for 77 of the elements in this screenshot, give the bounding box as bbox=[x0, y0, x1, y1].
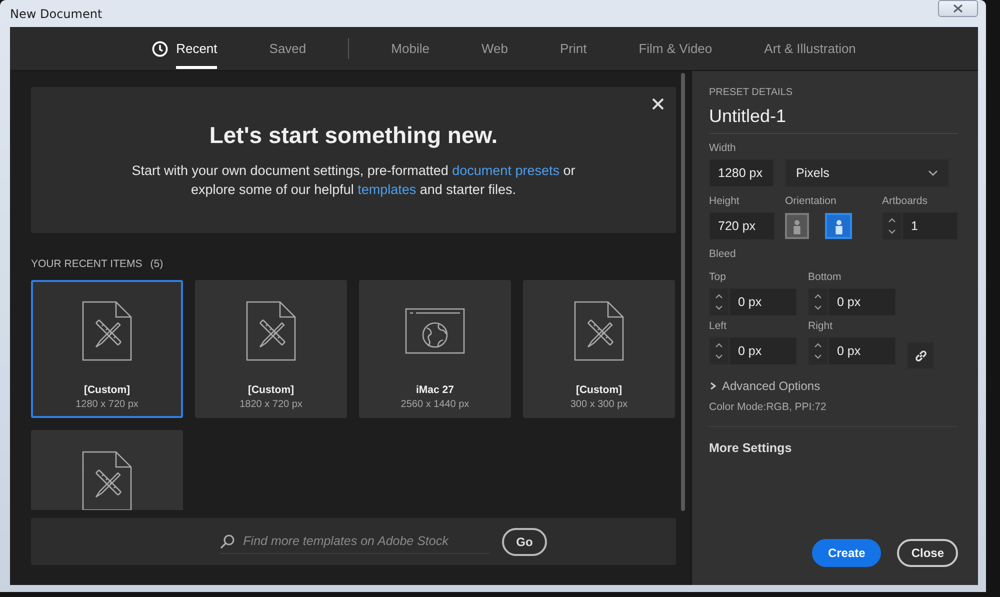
color-mode-info: Color Mode:RGB, PPI:72 bbox=[709, 401, 958, 427]
tab[interactable]: Recent bbox=[126, 27, 244, 70]
field-label: Orientation bbox=[785, 195, 838, 207]
stepper-button[interactable] bbox=[709, 337, 729, 365]
bleed-field[interactable]: 0 px bbox=[828, 288, 896, 316]
artboards-field[interactable]: 1 bbox=[902, 212, 958, 240]
stepper-arrows-icon bbox=[888, 216, 896, 236]
search-field[interactable]: Find more templates on Adobe Stock bbox=[241, 533, 486, 549]
tab[interactable]: Mobile bbox=[365, 27, 456, 70]
field-label: Bleed bbox=[709, 248, 737, 260]
stepper-arrows-icon bbox=[814, 292, 822, 312]
width-field[interactable]: 1280 px bbox=[709, 159, 774, 187]
stepper-button[interactable] bbox=[882, 212, 902, 240]
search-icon bbox=[220, 534, 236, 548]
welcome-text: Start with your own document settings, pre-formatted document presets or explore some of our helpful templates and starter files. bbox=[132, 162, 576, 198]
item-size: 300 x 300 px bbox=[570, 399, 628, 410]
tab[interactable]: Film & Video bbox=[612, 27, 738, 70]
stepper-button[interactable] bbox=[808, 288, 828, 316]
close-icon bbox=[953, 4, 963, 13]
item-name: iMac 27 bbox=[416, 384, 454, 396]
scrollbar[interactable] bbox=[681, 73, 685, 511]
section-heading: PRESET DETAILS bbox=[709, 87, 794, 98]
stepper-button[interactable] bbox=[709, 288, 729, 316]
browser-globe-icon bbox=[405, 308, 465, 354]
item-name: [Custom] bbox=[84, 384, 130, 396]
tab[interactable]: Web bbox=[455, 27, 534, 70]
portrait-button[interactable] bbox=[785, 213, 809, 239]
bleed-field[interactable]: 0 px bbox=[729, 337, 797, 365]
field-label: Width bbox=[709, 142, 737, 154]
unit-dropdown[interactable]: Pixels bbox=[785, 159, 949, 187]
field-label: Top bbox=[709, 271, 727, 283]
tab[interactable]: Saved bbox=[243, 27, 332, 70]
field-label: Height bbox=[709, 195, 740, 207]
field-label: Right bbox=[808, 320, 834, 332]
item-name: [Custom] bbox=[576, 384, 622, 396]
item-count: (5) bbox=[150, 258, 164, 270]
link[interactable]: document presets bbox=[452, 162, 560, 178]
advanced-options-toggle[interactable]: Advanced Options bbox=[709, 379, 958, 393]
stepper-button[interactable] bbox=[808, 337, 828, 365]
document-icon bbox=[82, 301, 132, 361]
bleed-field[interactable]: 0 px bbox=[729, 288, 797, 316]
stepper-arrows-icon bbox=[715, 292, 723, 312]
item-size: 1280 x 720 px bbox=[76, 399, 138, 410]
tab[interactable]: Art & Illustration bbox=[738, 27, 882, 70]
item-size: 1820 x 720 px bbox=[240, 399, 302, 410]
recent-item[interactable]: [Custom] 1280 x 720 px bbox=[31, 280, 183, 418]
window-title: New Document bbox=[10, 6, 102, 20]
section-heading: YOUR RECENT ITEMS bbox=[31, 258, 142, 270]
item-name: [Custom] bbox=[248, 384, 294, 396]
height-field[interactable]: 720 px bbox=[709, 212, 775, 240]
chevron-down-icon bbox=[928, 170, 938, 176]
stepper-arrows-icon bbox=[715, 341, 723, 361]
tab[interactable]: Print bbox=[534, 27, 613, 70]
stepper-arrows-icon bbox=[814, 341, 822, 361]
field-label: Left bbox=[709, 320, 728, 332]
recent-item[interactable]: iMac 27 2560 x 1440 px bbox=[359, 280, 511, 418]
document-icon bbox=[82, 451, 132, 510]
bleed-field[interactable]: 0 px bbox=[828, 337, 896, 365]
create-button[interactable]: Create bbox=[812, 539, 882, 567]
document-icon bbox=[246, 301, 296, 361]
welcome-title: Let's start something new. bbox=[209, 122, 498, 148]
go-button[interactable]: Go bbox=[502, 528, 547, 556]
clock-icon bbox=[152, 40, 168, 56]
close-button[interactable]: Close bbox=[897, 539, 958, 567]
name-field[interactable]: Untitled-1 bbox=[709, 98, 958, 134]
more-settings-link[interactable]: More Settings bbox=[709, 441, 958, 455]
field-label: Bottom bbox=[808, 271, 842, 283]
document-icon bbox=[574, 301, 624, 361]
caret-icon bbox=[709, 382, 717, 390]
field-label: Artboards bbox=[882, 195, 929, 207]
landscape-button[interactable] bbox=[825, 213, 852, 239]
recent-item[interactable]: [Custom] 1820 x 720 px bbox=[195, 280, 347, 418]
recent-item[interactable]: [Custom] 300 x 300 px bbox=[523, 280, 675, 418]
link[interactable]: templates bbox=[358, 182, 416, 196]
item-size: 2560 x 1440 px bbox=[400, 399, 470, 410]
link-icon[interactable] bbox=[907, 342, 934, 369]
close-button[interactable] bbox=[938, 0, 978, 17]
